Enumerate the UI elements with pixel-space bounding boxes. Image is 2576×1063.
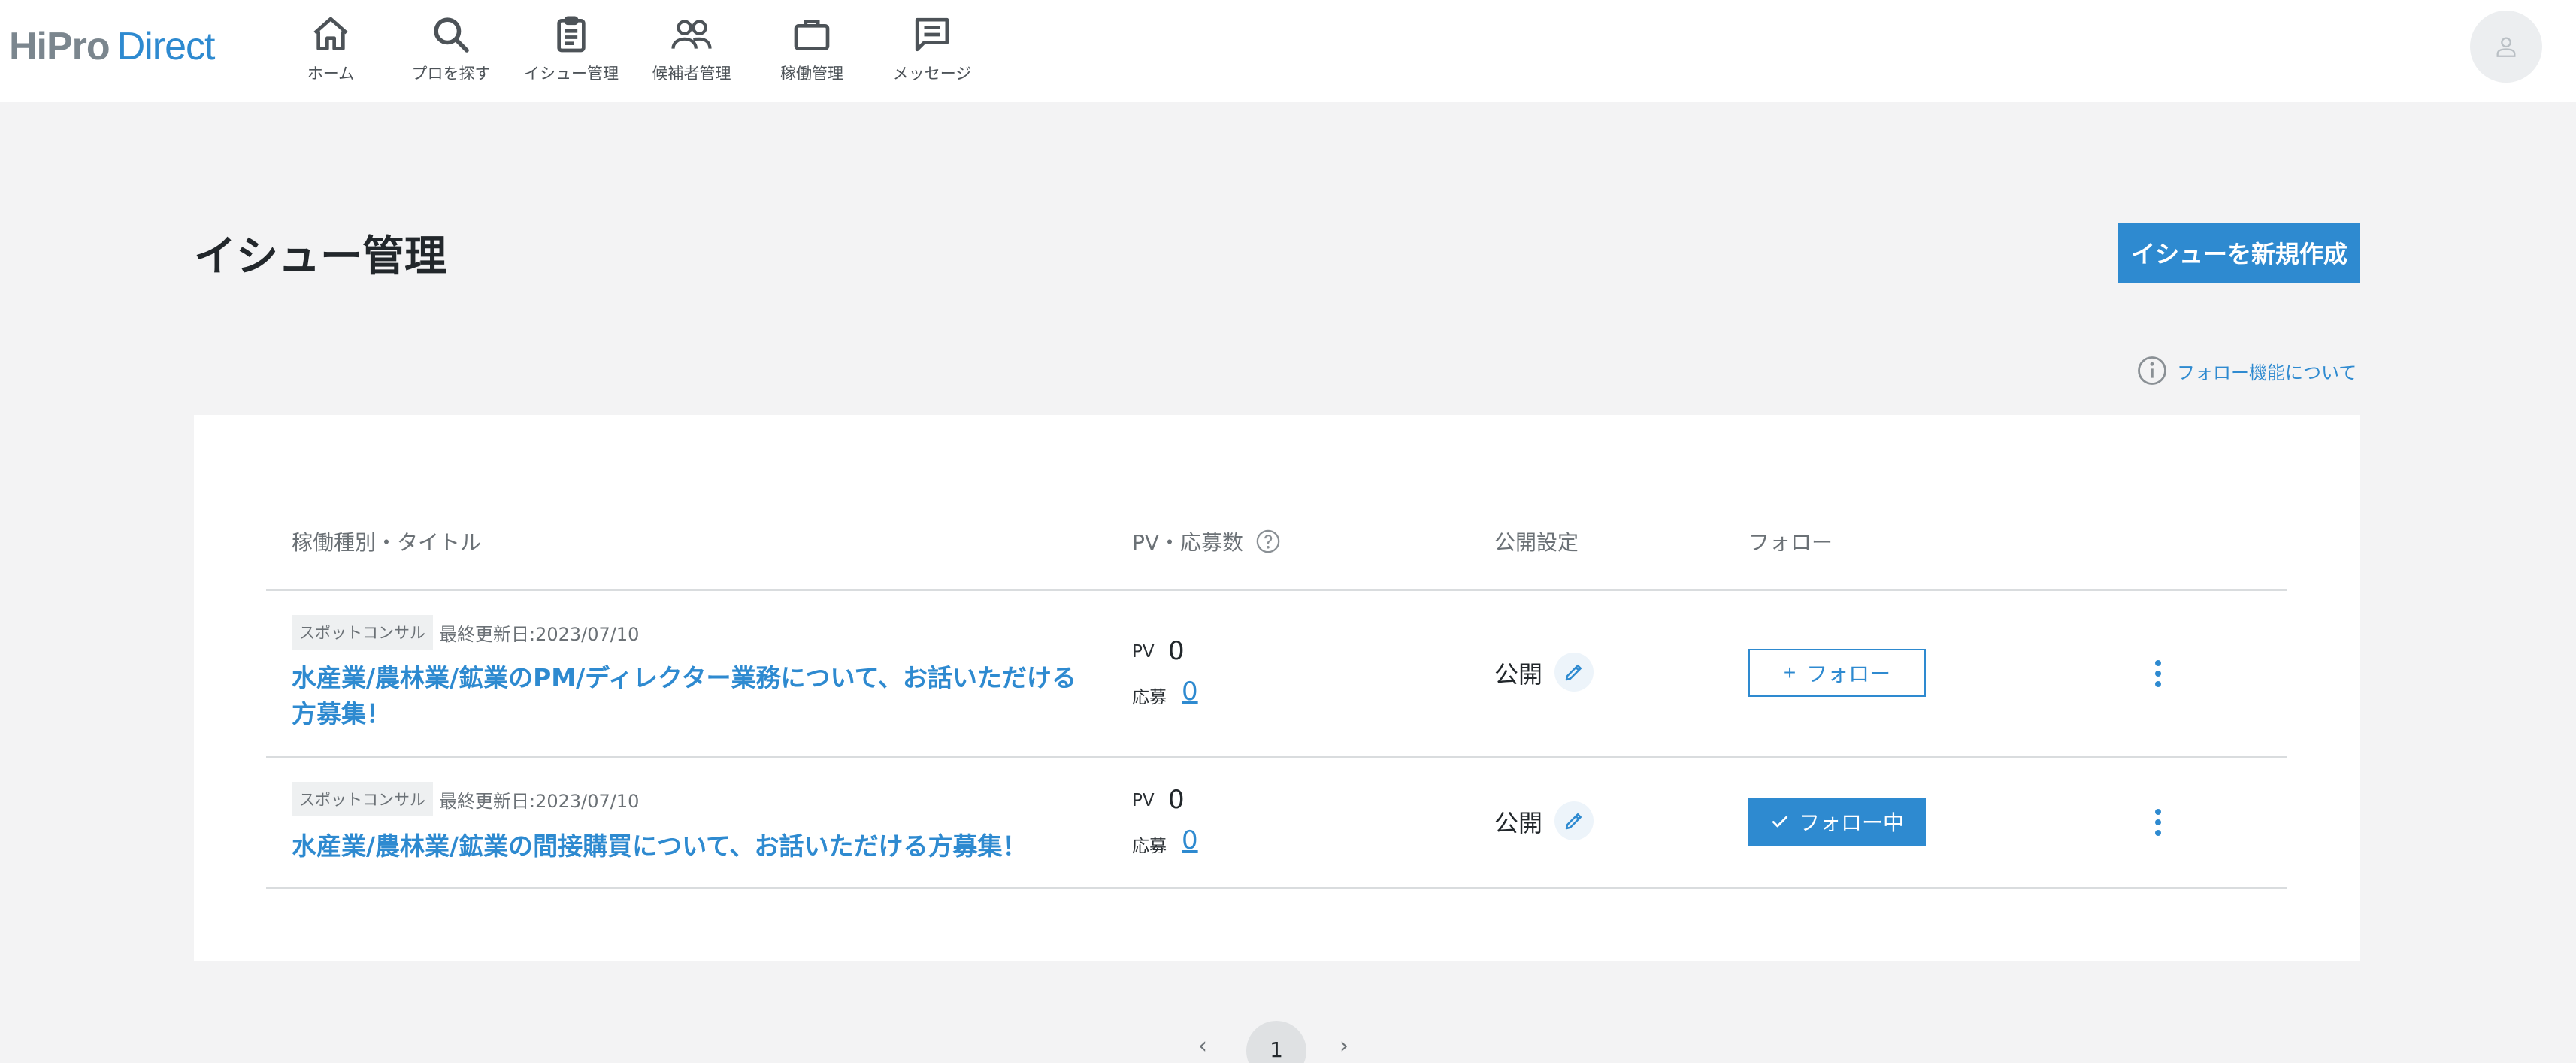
applications-label: 応募	[1132, 837, 1167, 856]
home-icon	[313, 17, 348, 50]
logo-hipro-text: HiPro	[9, 25, 110, 68]
check-icon	[1772, 816, 1788, 828]
create-issue-button[interactable]: イシューを新規作成	[2118, 223, 2360, 283]
follow-button[interactable]: + フォロー	[1748, 649, 1926, 697]
column-header-follow: フォロー	[1748, 530, 1833, 555]
hipro-direct-logo[interactable]: HiPro Direct	[9, 23, 216, 71]
nav-label: プロを探す	[411, 65, 491, 83]
column-header-pv-label: PV・応募数	[1132, 530, 1244, 555]
user-icon	[2496, 37, 2516, 57]
visibility-status: 公開	[1494, 660, 1543, 689]
nav-item-candidates[interactable]: 候補者管理	[631, 0, 752, 102]
clipboard-icon	[557, 16, 586, 53]
more-options-button[interactable]	[2148, 656, 2168, 692]
issue-title-link[interactable]: 水産業/農林業/鉱業の間接購買について、お話いただける方募集！	[292, 828, 1081, 865]
nav-label: 稼働管理	[780, 65, 843, 83]
applications-label: 応募	[1132, 688, 1167, 707]
applications-count-link[interactable]: 0	[1182, 825, 1198, 856]
column-header-visibility: 公開設定	[1494, 530, 1579, 555]
nav-item-operations[interactable]: 稼働管理	[752, 0, 872, 102]
nav-label: メッセージ	[892, 65, 972, 83]
pagination-current-page[interactable]: 1	[1246, 1021, 1306, 1063]
column-header-title: 稼働種別・タイトル	[292, 530, 482, 555]
nav-item-issues[interactable]: イシュー管理	[511, 0, 631, 102]
row-divider	[266, 887, 2287, 889]
nav-item-messages[interactable]: メッセージ	[872, 0, 992, 102]
plus-icon: +	[1783, 661, 1797, 684]
nav-item-home[interactable]: ホーム	[271, 0, 391, 102]
briefcase-icon	[794, 20, 830, 50]
main-nav: ホーム プロを探す イシュー管理 候補者管理 稼働管理 メッセージ	[271, 0, 992, 102]
info-icon	[2138, 356, 2166, 385]
nav-label: ホーム	[307, 65, 355, 83]
pv-count: 0	[1168, 636, 1185, 666]
nav-label: イシュー管理	[524, 65, 619, 83]
more-options-button[interactable]	[2148, 804, 2168, 840]
edit-visibility-button[interactable]	[1554, 653, 1594, 692]
follow-info-label: フォロー機能について	[2177, 362, 2357, 383]
pencil-icon	[1565, 665, 1582, 681]
logo-direct-text: Direct	[117, 25, 216, 68]
visibility-status: 公開	[1494, 809, 1543, 837]
header-divider	[266, 589, 2287, 591]
pv-label: PV	[1132, 791, 1155, 810]
issue-title-link[interactable]: 水産業/農林業/鉱業のPM/ディレクター業務について、お話いただける方募集！	[292, 660, 1081, 732]
engagement-type-tag: スポットコンサル	[292, 615, 433, 650]
message-icon	[915, 17, 949, 52]
engagement-type-tag: スポットコンサル	[292, 782, 433, 816]
last-updated-date: 最終更新日:2023/07/10	[439, 791, 640, 812]
page-title: イシュー管理	[194, 232, 446, 281]
row-divider	[266, 756, 2287, 758]
following-button-label: フォロー中	[1798, 811, 1904, 834]
pv-label: PV	[1132, 642, 1155, 662]
last-updated-date: 最終更新日:2023/07/10	[439, 624, 640, 645]
pv-count: 0	[1168, 785, 1185, 815]
top-header: HiPro Direct ホーム プロを探す イシュー管理 候補者管理 稼働管理…	[0, 0, 2576, 102]
applications-count-link[interactable]: 0	[1182, 677, 1198, 707]
follow-button-label: フォロー	[1806, 662, 1891, 686]
pencil-icon	[1565, 813, 1582, 830]
people-icon	[671, 20, 712, 49]
column-header-pv: PV・応募数	[1132, 526, 1281, 556]
following-button[interactable]: フォロー中	[1748, 798, 1926, 846]
help-icon[interactable]	[1255, 528, 1281, 554]
follow-info-link[interactable]: フォロー機能について	[2136, 355, 2357, 386]
edit-visibility-button[interactable]	[1554, 801, 1594, 840]
pagination-prev-button[interactable]: ‹	[1198, 1033, 1207, 1059]
nav-label: 候補者管理	[652, 65, 731, 83]
search-icon	[434, 17, 469, 53]
nav-item-find-pro[interactable]: プロを探す	[391, 0, 511, 102]
pagination-next-button[interactable]: ›	[1339, 1033, 1349, 1059]
user-avatar[interactable]	[2470, 11, 2542, 83]
